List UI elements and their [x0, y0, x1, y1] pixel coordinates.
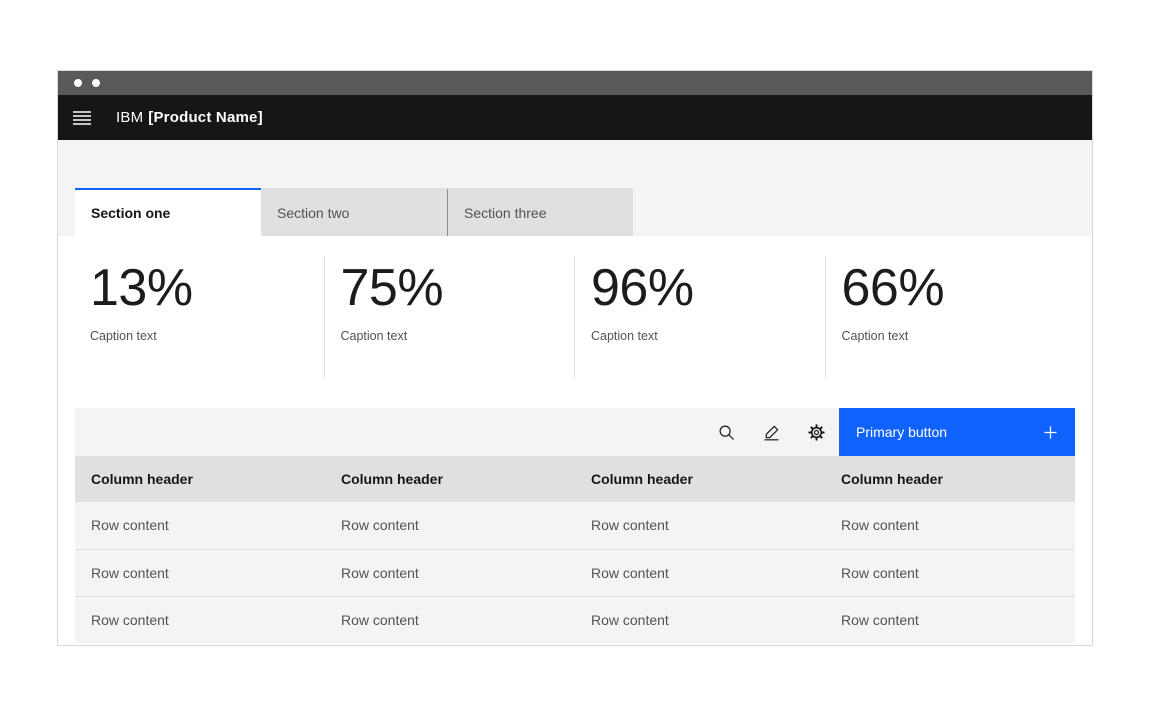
data-table: Column header Column header Column heade…	[75, 456, 1075, 643]
column-header[interactable]: Column header	[575, 456, 825, 502]
tab-panel: 13% Caption text 75% Caption text 96% Ca…	[58, 236, 1092, 645]
edit-icon	[763, 424, 780, 441]
window-control-dot[interactable]	[92, 79, 100, 87]
tab-section-two[interactable]: Section two	[261, 188, 447, 236]
add-icon	[1043, 425, 1058, 440]
toolbar-icon-group	[75, 408, 839, 456]
table-cell: Row content	[325, 596, 575, 643]
column-header[interactable]: Column header	[75, 456, 325, 502]
section-tabs: Section one Section two Section three	[58, 188, 1092, 236]
table-cell: Row content	[825, 502, 1075, 549]
table-cell: Row content	[575, 502, 825, 549]
tab-label: Section two	[277, 205, 349, 221]
app-window: IBM [Product Name] Section one Section tw…	[57, 70, 1093, 646]
metric-caption: Caption text	[341, 329, 575, 343]
data-table-section: Primary button Column header Column head…	[75, 408, 1075, 643]
search-button[interactable]	[704, 408, 749, 456]
metric-card: 13% Caption text	[75, 256, 324, 378]
column-header[interactable]: Column header	[325, 456, 575, 502]
metric-value: 13%	[90, 262, 324, 314]
tab-section-one[interactable]: Section one	[75, 188, 261, 236]
metric-card: 75% Caption text	[324, 256, 575, 378]
table-cell: Row content	[75, 596, 325, 643]
metric-caption: Caption text	[90, 329, 324, 343]
metric-value: 96%	[591, 262, 825, 314]
hamburger-menu-icon	[73, 111, 91, 125]
metric-cards: 13% Caption text 75% Caption text 96% Ca…	[75, 256, 1075, 378]
settings-gear-icon	[808, 424, 825, 441]
app-header: IBM [Product Name]	[58, 95, 1092, 140]
table-cell: Row content	[825, 549, 1075, 596]
table-cell: Row content	[75, 549, 325, 596]
table-cell: Row content	[325, 502, 575, 549]
table-header-row: Column header Column header Column heade…	[75, 456, 1075, 502]
metric-value: 75%	[341, 262, 575, 314]
settings-button[interactable]	[794, 408, 839, 456]
table-cell: Row content	[575, 596, 825, 643]
search-icon	[718, 424, 735, 441]
table-cell: Row content	[575, 549, 825, 596]
tab-label: Section one	[91, 205, 170, 221]
tab-section-three[interactable]: Section three	[447, 188, 633, 236]
metric-card: 96% Caption text	[574, 256, 825, 378]
tab-label: Section three	[464, 205, 547, 221]
metric-card: 66% Caption text	[825, 256, 1076, 378]
product-name: [Product Name]	[148, 109, 262, 126]
table-row[interactable]: Row content Row content Row content Row …	[75, 502, 1075, 549]
browser-titlebar	[58, 71, 1092, 95]
table-row[interactable]: Row content Row content Row content Row …	[75, 549, 1075, 596]
edit-button[interactable]	[749, 408, 794, 456]
column-header[interactable]: Column header	[825, 456, 1075, 502]
table-cell: Row content	[325, 549, 575, 596]
menu-button[interactable]	[64, 95, 100, 140]
window-control-dot[interactable]	[74, 79, 82, 87]
page-body: Section one Section two Section three 13…	[58, 140, 1092, 645]
brand-name: IBM	[116, 109, 143, 126]
metric-caption: Caption text	[842, 329, 1076, 343]
primary-button[interactable]: Primary button	[839, 408, 1075, 456]
primary-button-label: Primary button	[856, 424, 947, 440]
table-row[interactable]: Row content Row content Row content Row …	[75, 596, 1075, 643]
app-title: IBM [Product Name]	[116, 109, 263, 126]
table-cell: Row content	[75, 502, 325, 549]
table-toolbar: Primary button	[75, 408, 1075, 456]
table-cell: Row content	[825, 596, 1075, 643]
metric-caption: Caption text	[591, 329, 825, 343]
metric-value: 66%	[842, 262, 1076, 314]
